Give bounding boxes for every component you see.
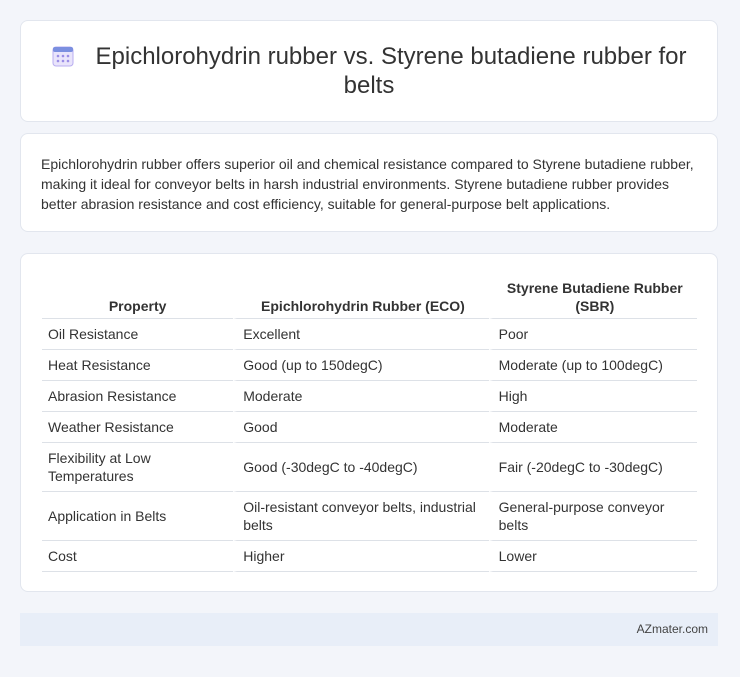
cell-sbr: Lower xyxy=(488,541,697,572)
table-row: Flexibility at Low Temperatures Good (-3… xyxy=(42,443,697,492)
header-property: Property xyxy=(42,274,234,319)
footer-bar: AZmater.com xyxy=(20,613,718,646)
table-row: Weather Resistance Good Moderate xyxy=(42,412,697,443)
table-row: Heat Resistance Good (up to 150degC) Mod… xyxy=(42,350,697,381)
cell-sbr: Moderate (up to 100degC) xyxy=(488,350,697,381)
cell-sbr: High xyxy=(488,381,697,412)
comparison-table: Property Epichlorohydrin Rubber (ECO) St… xyxy=(42,274,697,572)
cell-property: Abrasion Resistance xyxy=(42,381,234,412)
cell-property: Flexibility at Low Temperatures xyxy=(42,443,234,492)
footer-brand-link[interactable]: AZmater.com xyxy=(637,622,708,636)
cell-property: Oil Resistance xyxy=(42,319,234,350)
page-title: Epichlorohydrin rubber vs. Styrene butad… xyxy=(95,43,687,99)
cell-property: Heat Resistance xyxy=(42,350,234,381)
cell-eco: Good (up to 150degC) xyxy=(233,350,489,381)
table-row: Oil Resistance Excellent Poor xyxy=(42,319,697,350)
cell-property: Application in Belts xyxy=(42,492,234,541)
cell-property: Weather Resistance xyxy=(42,412,234,443)
cell-sbr: Poor xyxy=(488,319,697,350)
table-header-row: Property Epichlorohydrin Rubber (ECO) St… xyxy=(42,274,697,319)
header-sbr: Styrene Butadiene Rubber (SBR) xyxy=(488,274,697,319)
table-row: Application in Belts Oil-resistant conve… xyxy=(42,492,697,541)
header-eco: Epichlorohydrin Rubber (ECO) xyxy=(233,274,489,319)
cell-eco: Excellent xyxy=(233,319,489,350)
calendar-icon xyxy=(52,45,74,67)
table-row: Cost Higher Lower xyxy=(42,541,697,572)
cell-sbr: Fair (-20degC to -30degC) xyxy=(488,443,697,492)
cell-eco: Oil-resistant conveyor belts, industrial… xyxy=(233,492,489,541)
title-card: Epichlorohydrin rubber vs. Styrene butad… xyxy=(20,20,718,122)
description-card: Epichlorohydrin rubber offers superior o… xyxy=(20,133,718,232)
cell-property: Cost xyxy=(42,541,234,572)
cell-eco: Good (-30degC to -40degC) xyxy=(233,443,489,492)
comparison-table-card: Property Epichlorohydrin Rubber (ECO) St… xyxy=(20,253,718,592)
cell-sbr: Moderate xyxy=(488,412,697,443)
cell-eco: Moderate xyxy=(233,381,489,412)
page-title-wrap: Epichlorohydrin rubber vs. Styrene butad… xyxy=(49,42,689,100)
table-row: Abrasion Resistance Moderate High xyxy=(42,381,697,412)
cell-eco: Higher xyxy=(233,541,489,572)
cell-eco: Good xyxy=(233,412,489,443)
description-text: Epichlorohydrin rubber offers superior o… xyxy=(41,156,694,212)
cell-sbr: General-purpose conveyor belts xyxy=(488,492,697,541)
